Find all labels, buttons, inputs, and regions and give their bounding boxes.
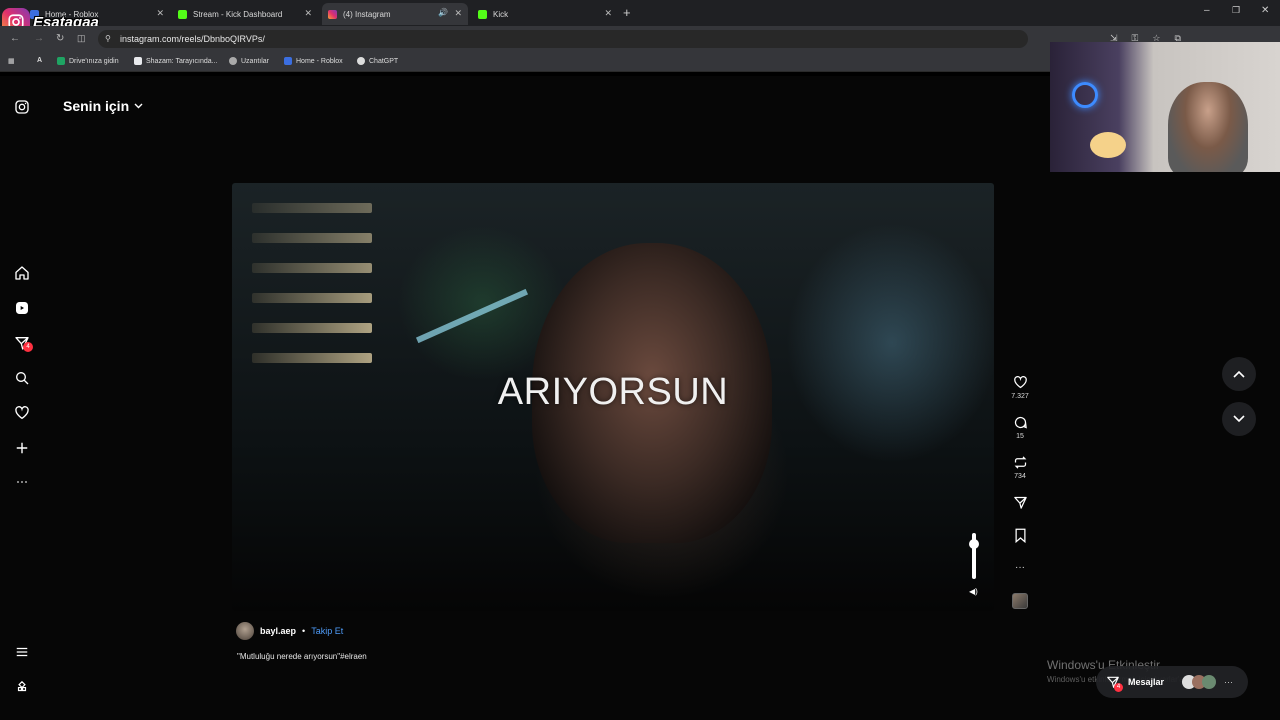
back-icon[interactable]: ←	[10, 33, 20, 44]
pc-fan-light	[1072, 82, 1098, 108]
next-reel-button[interactable]	[1222, 402, 1256, 436]
chevron-down-icon	[1233, 415, 1245, 423]
messages-label: Mesajlar	[1128, 677, 1165, 687]
save-button[interactable]	[1008, 528, 1032, 546]
notification-badge: 4	[23, 342, 33, 352]
create-plus-icon[interactable]	[12, 438, 32, 458]
speaker-icon[interactable]: 🔊	[438, 8, 448, 17]
follow-button[interactable]: Takip Et	[311, 626, 343, 636]
background-stair	[252, 263, 372, 273]
close-tab-icon[interactable]: ✕	[304, 8, 312, 19]
tab-kick-dashboard[interactable]: Stream - Kick Dashboard ✕	[172, 3, 318, 25]
background-stair	[252, 233, 372, 243]
chevron-up-icon	[1233, 370, 1245, 378]
reel-video[interactable]: ARIYORSUN ◀)	[232, 183, 994, 611]
octopus-plush	[1090, 132, 1126, 158]
author-username[interactable]: bayl.aep	[260, 626, 296, 636]
tab-instagram[interactable]: (4) Instagram 🔊 ✕	[322, 3, 468, 25]
avatar	[1202, 675, 1217, 689]
previous-reel-button[interactable]	[1222, 357, 1256, 391]
new-tab-button[interactable]: +	[623, 5, 631, 20]
background-stair	[252, 353, 372, 363]
search-icon[interactable]	[12, 368, 32, 388]
home-icon[interactable]	[12, 263, 32, 283]
close-tab-icon[interactable]: ✕	[604, 8, 612, 19]
bookmark-icon	[1015, 528, 1025, 543]
kick-favicon	[478, 9, 487, 19]
close-tab-icon[interactable]: ✕	[454, 8, 462, 19]
more-dots-icon[interactable]	[12, 472, 32, 492]
shazam-icon	[134, 57, 142, 65]
volume-icon[interactable]: ◀)	[969, 587, 978, 596]
site-info-icon[interactable]: ⚲	[105, 30, 111, 48]
url-text: instagram.com/reels/DbnboQIRVPs/	[120, 34, 265, 44]
tab-kick[interactable]: Kick ✕	[472, 3, 618, 25]
share-button[interactable]	[1008, 495, 1032, 513]
heart-icon	[1013, 376, 1027, 389]
menu-icon[interactable]	[12, 642, 32, 662]
apps-grid-icon[interactable]: ▦	[8, 57, 15, 65]
reload-icon[interactable]: ↻	[56, 33, 64, 44]
comment-button[interactable]: 15	[1008, 415, 1032, 440]
bookmark-a-icon[interactable]: A	[37, 57, 42, 64]
messages-badge: 4	[1114, 683, 1123, 692]
browser-tab-bar: Home - Roblox ✕ Stream - Kick Dashboard …	[0, 0, 1280, 26]
feed-selector[interactable]: Senin için	[63, 98, 143, 114]
volume-knob[interactable]	[969, 539, 979, 549]
close-tab-icon[interactable]: ✕	[156, 8, 164, 19]
heart-icon[interactable]	[12, 403, 32, 423]
audio-thumbnail[interactable]	[1012, 593, 1028, 609]
restore-button[interactable]: ❐	[1232, 5, 1240, 16]
repost-count: 734	[1014, 473, 1026, 480]
background-stair	[252, 323, 372, 333]
avatar[interactable]	[236, 622, 254, 640]
messages-pill[interactable]: 4 Mesajlar ···	[1096, 666, 1248, 698]
bookmark-roblox[interactable]: Home - Roblox	[284, 57, 343, 65]
minimize-button[interactable]: –	[1204, 5, 1210, 16]
repost-icon	[1014, 456, 1026, 469]
bookmark-chatgpt[interactable]: ChatGPT	[357, 57, 398, 65]
drive-icon	[57, 57, 65, 65]
like-button[interactable]: 7.327	[1008, 375, 1032, 400]
meta-apps-icon[interactable]	[12, 677, 32, 697]
comment-count: 15	[1016, 433, 1024, 440]
like-count: 7.327	[1011, 393, 1029, 400]
instagram-favicon	[328, 9, 337, 19]
bookmark-drive[interactable]: Drive'ınıza gidin	[57, 57, 119, 65]
instagram-logo-icon[interactable]	[12, 97, 32, 117]
bookmark-shazam[interactable]: Shazam: Tarayıcında...	[134, 57, 217, 65]
chatgpt-icon	[357, 57, 365, 65]
close-window-button[interactable]: ✕	[1261, 5, 1269, 16]
kick-favicon	[178, 9, 187, 19]
chevron-down-icon	[134, 103, 143, 109]
share-icon	[1013, 496, 1027, 509]
separator-dot: •	[302, 626, 306, 636]
background-light-strip	[415, 288, 529, 344]
background-stair	[252, 293, 372, 303]
puzzle-icon	[229, 57, 237, 65]
forward-icon[interactable]: →	[34, 33, 44, 44]
more-options-button[interactable]: ···	[1008, 562, 1032, 573]
address-bar[interactable]: ⚲ instagram.com/reels/DbnboQIRVPs/	[98, 30, 1028, 48]
messages-icon[interactable]: 4	[12, 333, 33, 353]
bookmark-extensions[interactable]: Uzantılar	[229, 57, 269, 65]
more-dots-icon: ···	[1224, 677, 1234, 687]
repost-button[interactable]: 734	[1008, 455, 1032, 480]
reel-author-row: bayl.aep • Takip Et	[236, 622, 343, 640]
background-stair	[252, 203, 372, 213]
video-caption: ARIYORSUN	[497, 371, 729, 413]
reel-description: "Mutluluğu nerede arıyorsun"#elraen	[237, 652, 367, 661]
streamer-webcam	[1168, 82, 1248, 172]
comment-icon	[1014, 416, 1027, 429]
split-view-icon[interactable]: ◫	[77, 33, 86, 44]
reels-icon[interactable]	[12, 298, 32, 318]
roblox-icon	[284, 57, 292, 65]
webcam-overlay	[1050, 42, 1280, 172]
